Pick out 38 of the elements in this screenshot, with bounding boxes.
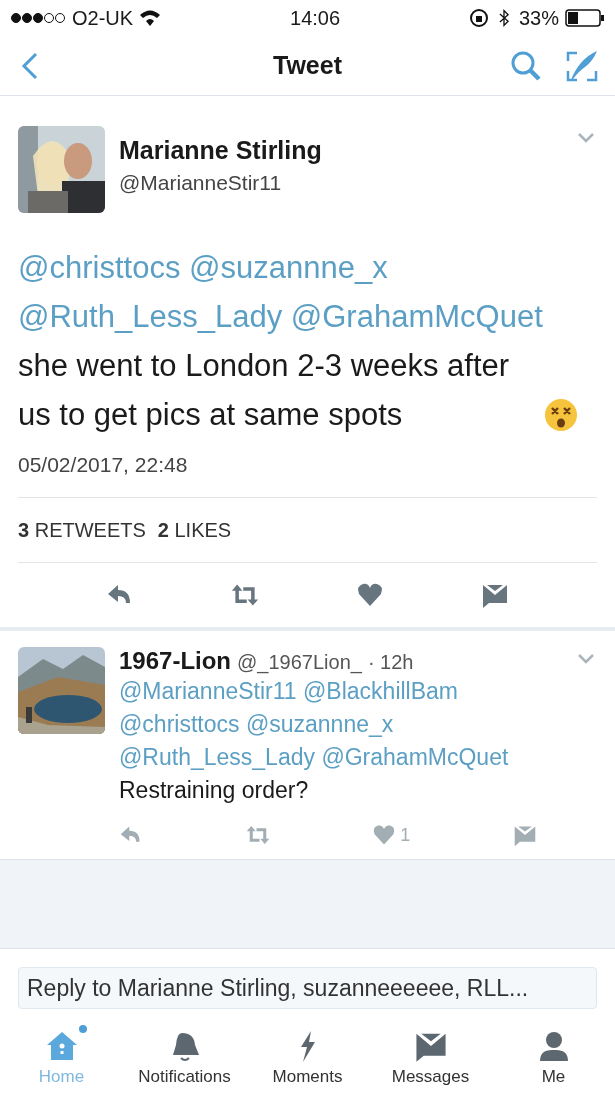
mention-link[interactable]: @BlackhillBam: [303, 678, 459, 704]
tab-bar-item[interactable]: Me: [492, 1021, 615, 1093]
mention-link[interactable]: @MarianneStir11: [119, 678, 297, 704]
like-count: 1: [400, 824, 411, 846]
mention-link[interactable]: @christtocs: [18, 250, 181, 285]
tab-bar-item[interactable]: Home: [0, 1021, 123, 1093]
mention-link[interactable]: @GrahamMcQuet: [321, 744, 509, 770]
reply-text: Restraining order?: [119, 776, 309, 805]
clock-time: 14:06: [290, 6, 341, 30]
tab-bar-item[interactable]: Moments: [246, 1021, 369, 1093]
mention-link[interactable]: @suzannne_x: [189, 250, 388, 285]
mention-link[interactable]: @Ruth_Less_Lady: [119, 744, 315, 770]
mention-link[interactable]: @christtocs: [119, 711, 240, 737]
tweet-age: · 12h: [367, 651, 414, 674]
author-handle: @MarianneStir11: [119, 171, 283, 195]
mention-link[interactable]: @Ruth_Less_Lady: [18, 299, 283, 334]
tweet-text: she went to London 2-3 weeks after us to get pics at same spots: [18, 347, 511, 434]
battery-percent: 33%: [518, 6, 559, 30]
retweet-icon[interactable]: [245, 823, 270, 847]
dizzy-face-icon: [544, 398, 578, 432]
tab-bar-item[interactable]: Messages: [369, 1021, 492, 1093]
rotation-lock-icon: [468, 8, 489, 28]
stat-count[interactable]: 2 LIKES: [157, 518, 232, 542]
tweet-date: 05/02/2017, 22:48: [18, 453, 189, 477]
compose-icon[interactable]: [565, 48, 599, 83]
author-name: 1967-Lion: [119, 647, 232, 675]
battery-icon: [565, 9, 605, 27]
carrier-name: O2-UK: [72, 6, 134, 30]
mention-link[interactable]: @GrahamMcQuet: [290, 299, 543, 334]
heart-icon[interactable]: [372, 823, 397, 847]
mention-link[interactable]: @suzannne_x: [245, 711, 394, 737]
reply-field[interactable]: Reply to Marianne Stirling, suzanneeeeee, RLL...: [18, 967, 597, 1009]
author-handle: @_1967Lion_: [237, 651, 362, 674]
signal-icon: [10, 12, 66, 24]
author-name: Marianne Stirling: [119, 136, 323, 165]
screen-title: Tweet: [273, 51, 342, 80]
stat-count[interactable]: 3 RETWEETS: [18, 518, 146, 542]
tab-bar-item[interactable]: Notifications: [123, 1021, 246, 1093]
